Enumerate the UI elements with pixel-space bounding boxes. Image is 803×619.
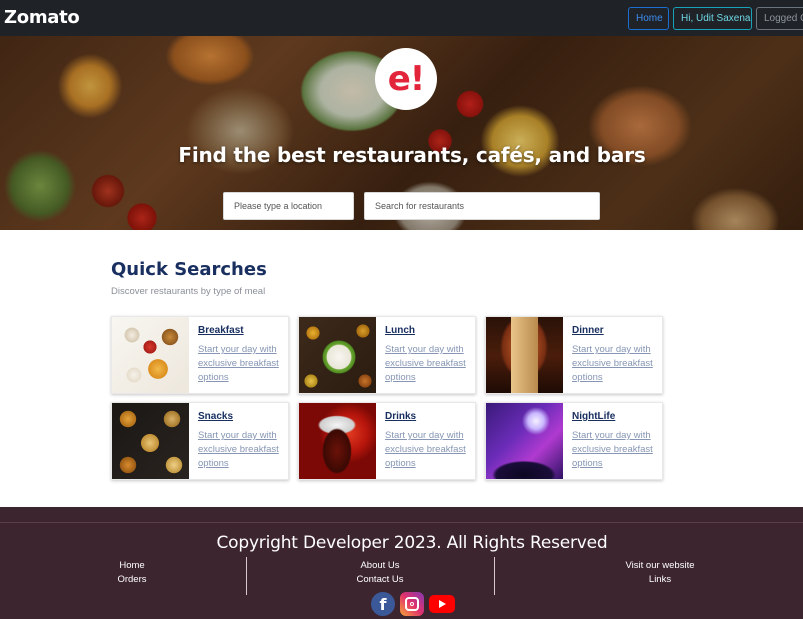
home-button[interactable]: Home (628, 7, 669, 30)
card-description[interactable]: Start your day with exclusive breakfast … (198, 343, 284, 385)
footer-divider-line (0, 522, 803, 523)
logout-button[interactable]: Logged Out (756, 7, 803, 30)
instagram-icon[interactable] (400, 592, 424, 616)
quick-search-card-snacks[interactable]: Snacks Start your day with exclusive bre… (111, 402, 289, 480)
card-description[interactable]: Start your day with exclusive breakfast … (198, 429, 284, 471)
quick-search-card-breakfast[interactable]: Breakfast Start your day with exclusive … (111, 316, 289, 394)
footer-link-about-us[interactable]: About Us (330, 560, 430, 571)
restaurant-search-input[interactable]: Search for restaurants (364, 192, 600, 220)
facebook-icon[interactable]: f (371, 592, 395, 616)
copyright-text: Copyright Developer 2023. All Rights Res… (216, 533, 608, 553)
card-description[interactable]: Start your day with exclusive breakfast … (385, 429, 471, 471)
brand-logo[interactable]: Zomato (4, 7, 80, 28)
youtube-play-triangle (439, 600, 446, 608)
youtube-icon[interactable] (429, 595, 455, 613)
zomato-logo-icon: e! (375, 48, 437, 110)
instagram-lens (410, 602, 414, 606)
footer-link-orders[interactable]: Orders (82, 574, 182, 585)
quick-search-card-lunch[interactable]: Lunch Start your day with exclusive brea… (298, 316, 476, 394)
card-description[interactable]: Start your day with exclusive breakfast … (572, 429, 658, 471)
breakfast-image (112, 317, 189, 393)
quick-searches-subtitle: Discover restaurants by type of meal (111, 286, 266, 297)
card-title[interactable]: Drinks (385, 411, 416, 422)
card-title[interactable]: Dinner (572, 325, 604, 336)
snacks-image (112, 403, 189, 479)
footer-column-divider (246, 557, 247, 595)
footer-link-contact-us[interactable]: Contact Us (330, 574, 430, 585)
card-description[interactable]: Start your day with exclusive breakfast … (385, 343, 471, 385)
footer-column-divider (494, 557, 495, 595)
dinner-image (486, 317, 563, 393)
instagram-camera-outline (405, 597, 419, 611)
top-navbar: Zomato Home Hi, Udit Saxena Logged Out (0, 0, 803, 36)
card-title[interactable]: Lunch (385, 325, 415, 336)
footer-link-links[interactable]: Links (610, 574, 710, 585)
drinks-image (299, 403, 376, 479)
nightlife-image (486, 403, 563, 479)
card-title[interactable]: Snacks (198, 411, 233, 422)
quick-search-card-nightlife[interactable]: NightLife Start your day with exclusive … (485, 402, 663, 480)
card-title[interactable]: NightLife (572, 411, 615, 422)
footer-link-home[interactable]: Home (82, 560, 182, 571)
page-footer: Copyright Developer 2023. All Rights Res… (0, 507, 803, 619)
quick-searches-heading: Quick Searches (111, 259, 267, 280)
card-title[interactable]: Breakfast (198, 325, 244, 336)
hero-title: Find the best restaurants, cafés, and ba… (178, 143, 646, 167)
user-greeting-button[interactable]: Hi, Udit Saxena (673, 7, 752, 30)
card-description[interactable]: Start your day with exclusive breakfast … (572, 343, 658, 385)
logo-text: e! (387, 59, 426, 99)
quick-search-card-drinks[interactable]: Drinks Start your day with exclusive bre… (298, 402, 476, 480)
lunch-image (299, 317, 376, 393)
hero-banner: e! Find the best restaurants, cafés, and… (0, 36, 803, 230)
footer-link-visit-website[interactable]: Visit our website (610, 560, 710, 571)
quick-search-card-dinner[interactable]: Dinner Start your day with exclusive bre… (485, 316, 663, 394)
location-input[interactable]: Please type a location (223, 192, 354, 220)
